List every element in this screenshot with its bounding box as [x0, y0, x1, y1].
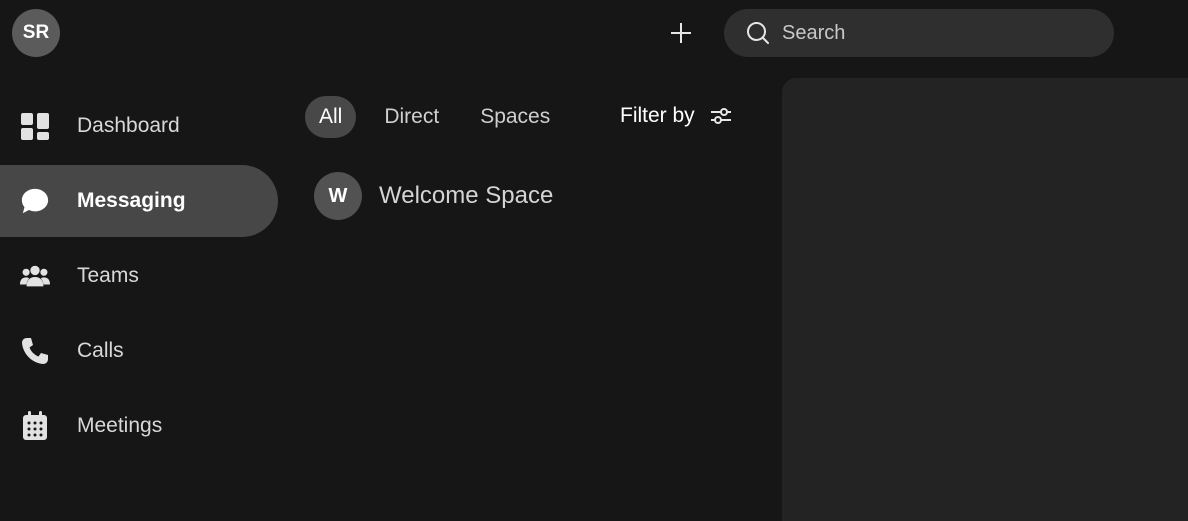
sidebar-item-messaging[interactable]: Messaging: [0, 165, 278, 237]
space-avatar: W: [314, 172, 362, 220]
sidebar-item-label: Calls: [77, 339, 124, 362]
search-bar[interactable]: [724, 9, 1114, 57]
space-name: Welcome Space: [379, 182, 554, 209]
sidebar-nav: Dashboard Messaging Teams Calls Meetings: [0, 90, 280, 465]
sidebar-item-calls[interactable]: Calls: [0, 315, 278, 387]
search-input[interactable]: [782, 9, 1114, 57]
add-button[interactable]: [662, 14, 700, 52]
phone-icon: [20, 336, 50, 366]
dashboard-icon: [20, 111, 50, 141]
chat-bubble-icon: [20, 186, 50, 216]
people-icon: [20, 261, 50, 291]
sidebar-item-label: Meetings: [77, 414, 163, 437]
filter-by-label: Filter by: [620, 104, 695, 127]
calendar-icon: [20, 411, 50, 441]
user-initials: SR: [22, 22, 50, 43]
tab-label: Direct: [384, 105, 440, 128]
filter-tabs: All Direct Spaces: [305, 96, 564, 138]
tab-label: All: [319, 105, 343, 128]
space-initial: W: [328, 184, 348, 207]
sidebar-item-label: Teams: [77, 264, 139, 287]
app-window: SR Dashboard: [0, 0, 1188, 521]
tab-label: Spaces: [480, 105, 551, 128]
plus-icon: [671, 23, 691, 43]
tab-direct[interactable]: Direct: [370, 96, 453, 138]
sidebar-item-dashboard[interactable]: Dashboard: [0, 90, 278, 162]
sliders-icon: [710, 107, 732, 125]
tab-spaces[interactable]: Spaces: [466, 96, 564, 138]
filter-by-button[interactable]: Filter by: [620, 98, 732, 134]
sidebar-item-teams[interactable]: Teams: [0, 240, 278, 312]
list-item[interactable]: W Welcome Space: [314, 172, 553, 220]
search-icon: [747, 22, 769, 44]
content-panel: [782, 78, 1188, 521]
sidebar-item-label: Messaging: [77, 189, 186, 212]
user-avatar[interactable]: SR: [12, 9, 60, 57]
tab-all[interactable]: All: [305, 96, 357, 138]
sidebar-item-label: Dashboard: [77, 114, 180, 137]
sidebar-item-meetings[interactable]: Meetings: [0, 390, 278, 462]
